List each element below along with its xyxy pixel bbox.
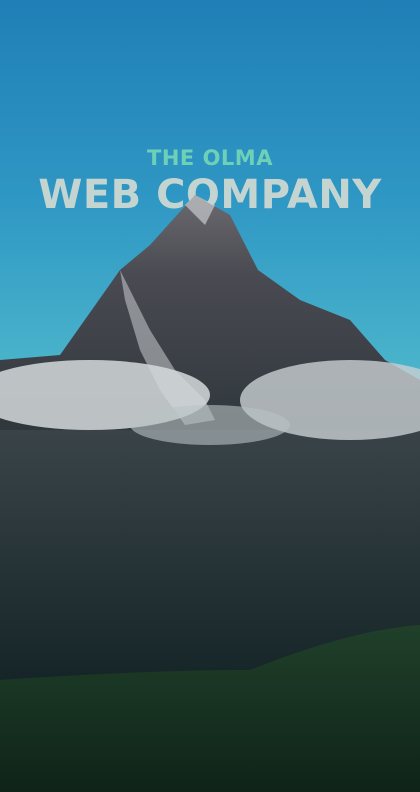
- mountain-landscape: [0, 195, 420, 792]
- cloud: [130, 405, 290, 445]
